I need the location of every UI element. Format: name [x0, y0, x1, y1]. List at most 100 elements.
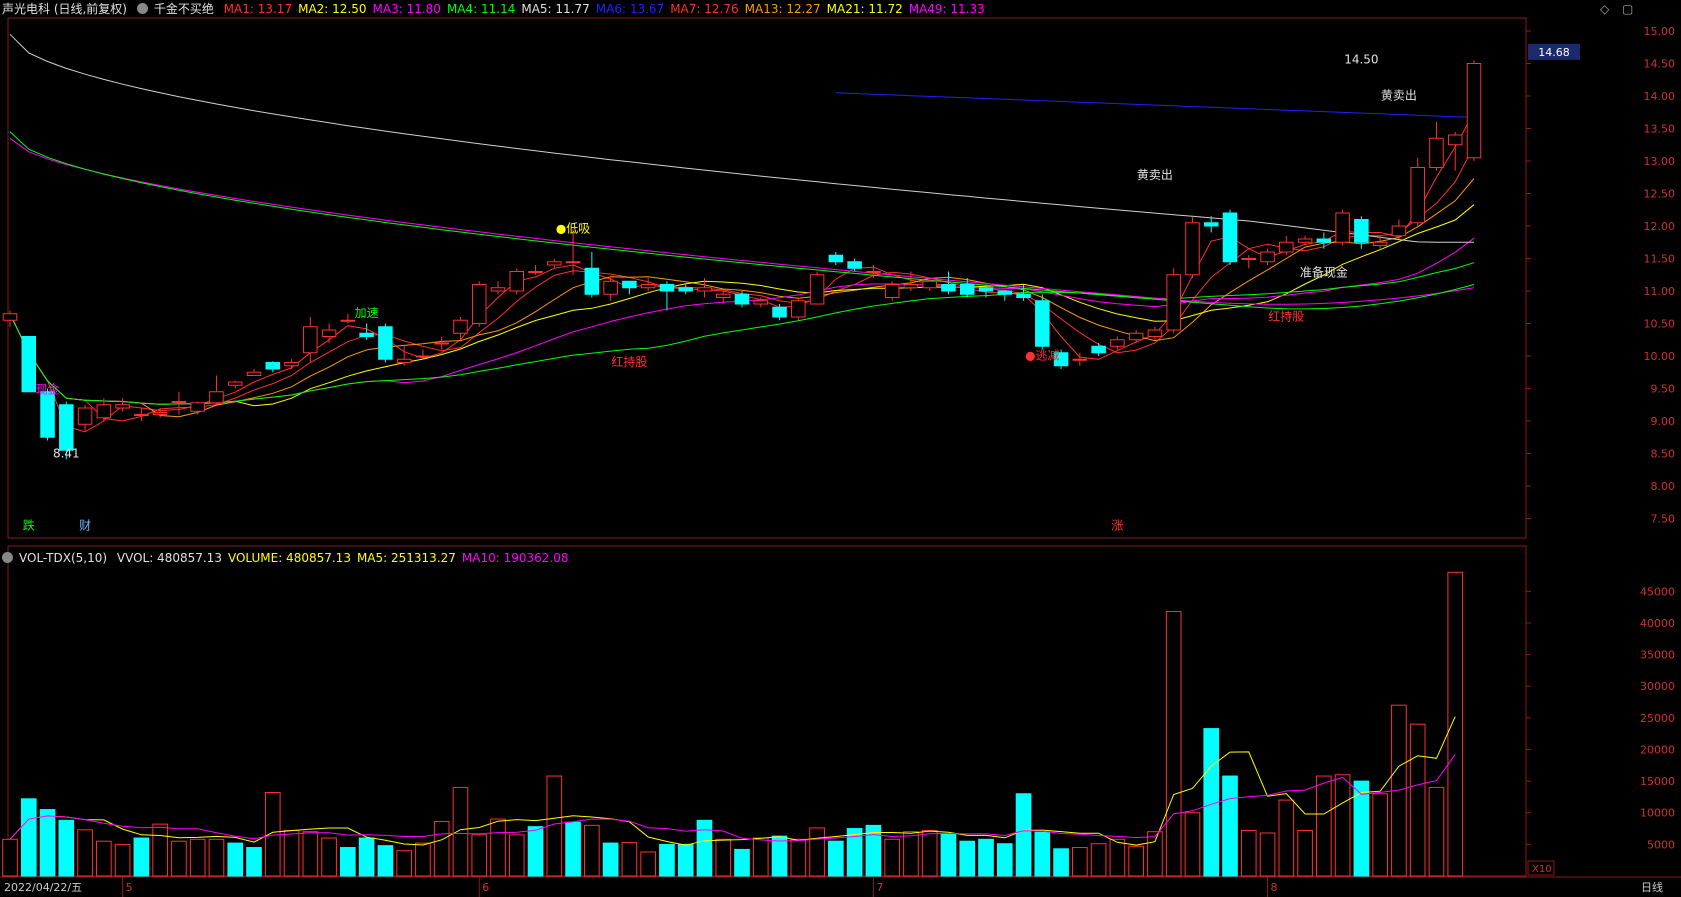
candle-body: [340, 319, 356, 322]
candle-body: [209, 391, 224, 404]
volume-bar: [734, 848, 750, 877]
volume-bar: [1259, 832, 1276, 877]
diamond-icon[interactable]: ◇: [1600, 2, 1609, 16]
candle-body: [321, 329, 337, 337]
price-tick-label: 9.00: [1651, 415, 1676, 428]
chart-annotation-7: 红持股: [1268, 308, 1304, 323]
indicator-name[interactable]: 千金不买绝: [154, 2, 214, 16]
volume-bar: [1090, 843, 1107, 877]
month-tick-label: 8: [1271, 881, 1278, 894]
volume-legend-item-0: VVOL: 480857.13: [116, 551, 222, 565]
candle-body: [415, 355, 431, 358]
candle-body: [1372, 241, 1388, 246]
ma-legend-item-0: MA1: 13.17: [223, 2, 293, 16]
chart-annotation-4: ●逃减: [1025, 348, 1059, 362]
volume-bar: [114, 843, 131, 877]
month-tick-label: 5: [126, 881, 133, 894]
price-tick-label: 11.00: [1644, 285, 1676, 298]
candle-body: [997, 290, 1013, 295]
candle-body: [1241, 258, 1257, 260]
volume-tick-label: 20000: [1640, 743, 1675, 756]
candle-body: [1185, 222, 1200, 276]
ma-legend-item-5: MA6: 13.67: [595, 2, 665, 16]
price-tick-label: 10.50: [1644, 318, 1676, 331]
candle-body: [584, 267, 600, 295]
volume-bar: [321, 837, 337, 877]
candle-body: [528, 271, 543, 273]
volume-bar: [1015, 793, 1032, 877]
candle-body: [715, 293, 731, 298]
candle-body: [1091, 345, 1106, 354]
volume-bar: [884, 838, 900, 877]
ma-legend-item-6: MA7: 12.76: [670, 2, 739, 16]
stock-chart[interactable]: 7.50 8.00 8.50 9.00 9.50 10.00 10.50 11.00 11.50…: [0, 0, 1681, 897]
volume-bar: [358, 837, 375, 877]
volume-bar: [790, 838, 807, 877]
volume-bar: [20, 798, 37, 877]
ma-line-long-green: [9, 131, 1475, 310]
close-square-icon[interactable]: ▢: [1622, 2, 1633, 16]
volume-bar: [2, 838, 18, 877]
volume-bar: [490, 818, 506, 877]
volume-plot-frame: [7, 545, 1527, 877]
volume-bar: [433, 821, 450, 877]
candle-body: [1035, 300, 1050, 347]
volume-bar: [283, 829, 300, 877]
volume-bar: [452, 786, 469, 877]
volume-legend-item-3: MA10: 190362.08: [461, 551, 569, 565]
candle-body: [1297, 238, 1313, 243]
candle-body: [828, 254, 844, 263]
volume-bar: [640, 851, 656, 877]
candle-body: [1110, 339, 1125, 347]
candle-body: [434, 342, 449, 345]
price-tick-label: 13.50: [1644, 123, 1676, 136]
volume-tick-label: 5000: [1647, 838, 1675, 851]
price-tick-label: 14.50: [1644, 58, 1676, 71]
volume-tick-label: 10000: [1640, 807, 1675, 820]
volume-bar: [302, 831, 319, 877]
price-tick-label: 11.50: [1644, 253, 1676, 266]
volume-legend-item-1: VOLUME: 480857.13: [227, 551, 351, 565]
candle-body: [847, 261, 862, 269]
candle-body: [453, 319, 468, 334]
price-tick-label: 8.50: [1651, 448, 1676, 461]
settings-gear-icon[interactable]: [2, 552, 13, 563]
candle-body: [246, 371, 262, 376]
volume-unit-label: X10: [1532, 864, 1552, 875]
main-chart-header: 声光电科 (日线,前复权) 千金不买绝 MA1: 13.17 MA2: 12.50…: [2, 0, 997, 18]
candle-body: [152, 412, 168, 415]
chart-annotation-2: ●低吸: [556, 222, 590, 236]
candle-body: [640, 284, 656, 289]
volume-bar: [996, 843, 1013, 877]
volume-indicator-name[interactable]: VOL-TDX(5,10): [19, 551, 107, 565]
volume-bar: [1240, 829, 1257, 877]
volume-bar: [621, 841, 638, 877]
candle-body: [171, 401, 187, 403]
volume-bar: [828, 840, 844, 877]
chart-annotation-9: 14.50: [1344, 53, 1378, 67]
candle-body: [959, 284, 975, 295]
volume-bar: [1165, 611, 1182, 877]
volume-bar: [677, 843, 694, 877]
candle-body: [21, 336, 37, 393]
volume-bar: [1053, 848, 1069, 877]
month-tick-label: 7: [876, 881, 883, 894]
volume-bar: [940, 833, 957, 877]
volume-bar: [471, 834, 488, 877]
price-tick-label: 13.00: [1644, 155, 1676, 168]
volume-legend-item-2: MA5: 251313.27: [356, 551, 456, 565]
chart-annotation-8: 黄卖出: [1381, 88, 1417, 102]
candle-body: [1147, 329, 1163, 337]
candle-body: [1354, 219, 1369, 243]
volume-tick-label: 25000: [1640, 712, 1675, 725]
chart-annotation-11: 财: [79, 519, 91, 533]
volume-bar: [396, 850, 412, 877]
volume-bar: [1278, 799, 1295, 877]
volume-bar: [189, 838, 206, 877]
ma-line-long-gray: [9, 33, 1474, 243]
volume-tick-label: 45000: [1640, 585, 1675, 598]
chart-annotation-10: 跌: [23, 518, 35, 533]
candle-body: [227, 381, 243, 386]
settings-gear-icon[interactable]: [136, 3, 148, 14]
candle-body: [1391, 225, 1407, 237]
